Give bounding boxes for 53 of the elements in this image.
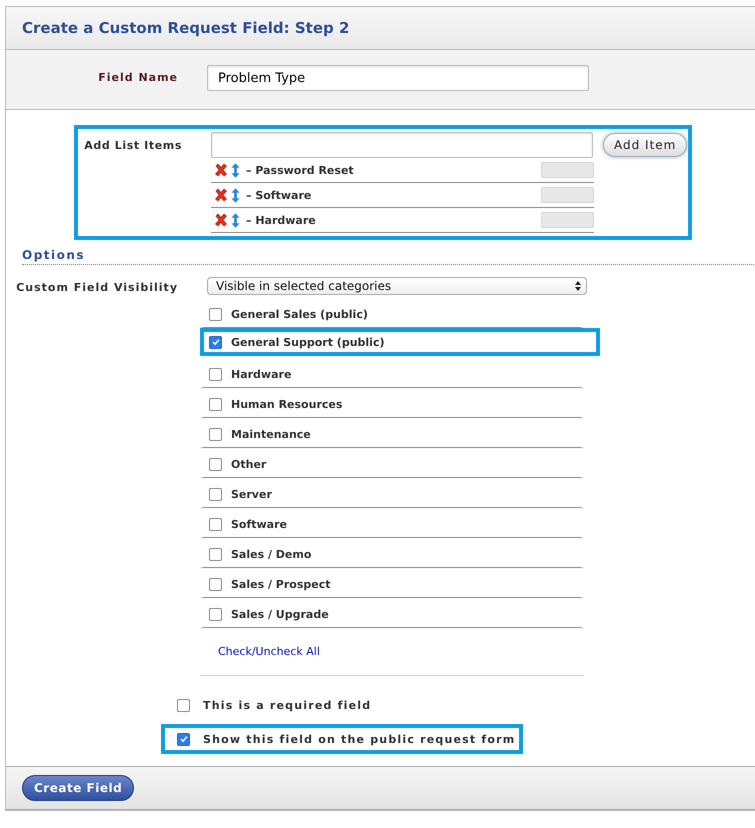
checkbox[interactable]	[177, 732, 190, 746]
field-label: Field Name	[97, 71, 179, 84]
field-label: Custom Field Visibility	[15, 280, 179, 294]
small-field[interactable]	[541, 187, 594, 203]
checkmark-icon	[210, 337, 220, 347]
checkbox[interactable]	[209, 578, 222, 591]
small-field[interactable]	[541, 162, 594, 178]
checkbox-label: This is a required field	[203, 698, 372, 712]
delete-icon[interactable]	[214, 213, 228, 227]
dropdown-value: Visible in selected categories	[216, 279, 392, 293]
up-down-arrow-icon[interactable]	[231, 162, 240, 178]
checkbox[interactable]	[209, 458, 222, 471]
checkbox-label: Maintenance	[231, 428, 311, 441]
checkbox[interactable]	[209, 398, 222, 411]
checkbox-label: Server	[231, 488, 272, 501]
up-down-arrow-icon[interactable]	[231, 188, 240, 202]
checkbox[interactable]	[209, 428, 222, 441]
up-down-arrow-icon[interactable]	[231, 212, 240, 228]
dropdown[interactable]: Visible in selected categories	[207, 277, 587, 295]
dropdown-arrows-icon	[575, 281, 581, 291]
checkmark-icon	[178, 734, 188, 744]
checkbox-label: Sales / Prospect	[231, 578, 331, 591]
checkbox[interactable]	[209, 308, 222, 321]
checkbox-label: Hardware	[231, 368, 292, 381]
check-all-link[interactable]: Check/Uncheck All	[218, 645, 320, 658]
page-title: Create a Custom Request Field: Step 2	[22, 19, 350, 37]
checkbox-label: Show this field on the public request form	[203, 732, 516, 746]
checkbox[interactable]	[209, 548, 222, 561]
create-field-button[interactable]: Create Field	[22, 775, 134, 801]
checkbox[interactable]	[209, 518, 222, 531]
checkbox-label: Sales / Demo	[231, 548, 312, 561]
list-item-label: – Hardware	[246, 214, 317, 226]
checkbox-label: Other	[231, 458, 266, 471]
checkbox[interactable]	[177, 698, 190, 712]
section-heading: Options	[22, 248, 755, 265]
text-field[interactable]	[211, 132, 593, 158]
delete-icon[interactable]	[214, 188, 228, 202]
checkbox-label: Software	[231, 518, 287, 531]
checkbox-label: Sales / Upgrade	[231, 608, 329, 621]
field-label: Add List Items	[83, 138, 183, 152]
checkbox-label: General Support (public)	[231, 336, 384, 348]
add-item-button[interactable]: Add Item	[603, 133, 688, 157]
checkbox[interactable]	[209, 488, 222, 501]
small-field[interactable]	[541, 212, 594, 228]
checkbox[interactable]	[209, 368, 222, 381]
checkbox[interactable]	[209, 608, 222, 621]
list-item-label: – Password Reset	[246, 164, 355, 176]
delete-icon[interactable]	[214, 163, 228, 177]
checkbox-label: General Sales (public)	[231, 308, 368, 321]
checkbox[interactable]	[209, 336, 222, 348]
list-item-label: – Software	[246, 188, 312, 202]
checkbox-label: Human Resources	[231, 398, 342, 411]
text-field[interactable]: Problem Type	[207, 65, 589, 91]
